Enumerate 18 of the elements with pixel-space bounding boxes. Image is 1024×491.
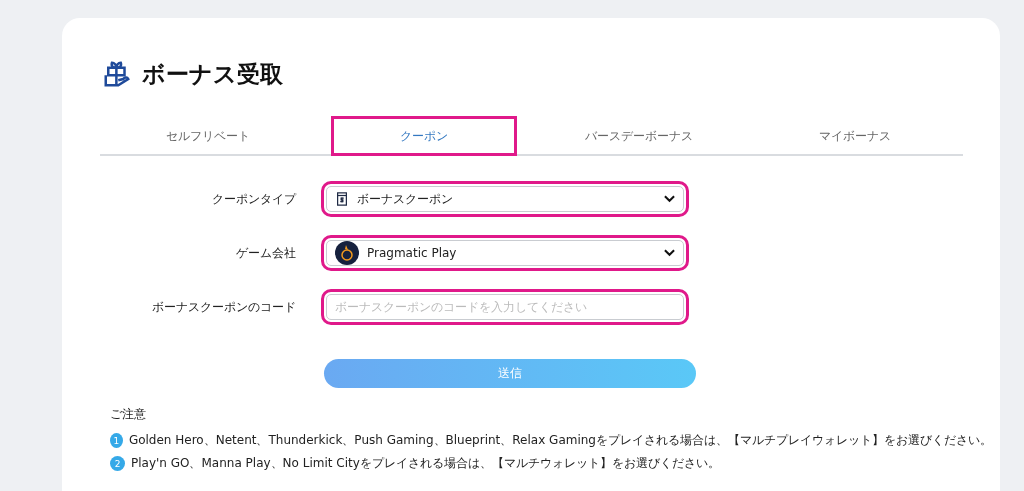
- tab[interactable]: マイボーナス: [762, 116, 949, 156]
- tab[interactable]: セルフリベート: [114, 116, 301, 156]
- jar-icon: [335, 191, 349, 207]
- logo-icon: [335, 241, 359, 265]
- number-badge: 2: [110, 456, 125, 471]
- page-title: ボーナス受取: [142, 59, 283, 89]
- note-text: Play'n GO、Manna Play、No Limit Cityをプレイされる場合は、【マルチウォレット】をお選びください。: [131, 455, 720, 472]
- field-label: ボーナスクーポンのコード: [151, 298, 296, 316]
- field-label: ゲーム会社: [235, 244, 296, 262]
- chevron-down-icon: [664, 249, 675, 257]
- note-text: Golden Hero、Netent、Thunderkick、Push Gaming、Blueprint、Relax Gamingをプレイされる場合は、【マルチプレイウォレット】をお選びください。: [128, 432, 992, 449]
- tab[interactable]: バースデーボーナス: [546, 116, 733, 156]
- tab[interactable]: クーポン: [330, 116, 517, 156]
- gift-icon: [102, 59, 132, 89]
- number-badge: 1: [110, 433, 123, 448]
- notes-heading: ご注意: [110, 406, 147, 423]
- chevron-down-icon: [664, 195, 675, 203]
- field-label: クーポンタイプ: [211, 190, 296, 208]
